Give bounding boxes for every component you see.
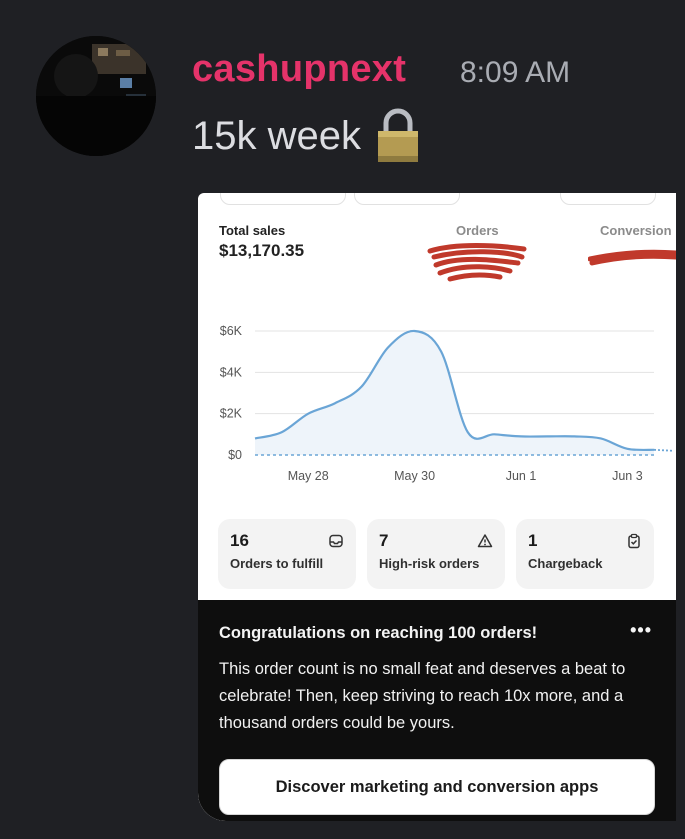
y-tick-label: $2K bbox=[220, 407, 243, 421]
total-sales-value: $13,170.35 bbox=[219, 241, 305, 260]
conversion-label: Conversion bbox=[600, 223, 672, 238]
message-body: 15k week bbox=[192, 113, 361, 158]
timestamp: 8:09 AM bbox=[460, 56, 571, 89]
stat-value: 16 bbox=[230, 531, 249, 550]
sales-chart: $0 $2K $4K $6K May 28 May 30 Jun 1 Jun 3 bbox=[220, 324, 675, 483]
banner-title: Congratulations on reaching 100 orders! bbox=[219, 624, 538, 642]
scribble-redaction bbox=[427, 243, 527, 282]
y-tick-label: $6K bbox=[220, 324, 243, 338]
avatar[interactable] bbox=[36, 36, 156, 156]
discover-apps-button[interactable]: Discover marketing and conversion apps bbox=[219, 759, 655, 815]
date-filter-pill[interactable] bbox=[220, 193, 346, 205]
stat-card-chargeback[interactable]: 1 Chargeback bbox=[516, 519, 654, 589]
lock-icon bbox=[377, 108, 418, 162]
y-tick-label: $4K bbox=[220, 365, 243, 379]
banner-body: This order count is no small feat and de… bbox=[219, 660, 626, 732]
total-sales-label: Total sales bbox=[219, 223, 286, 238]
stat-label: Chargeback bbox=[528, 556, 603, 571]
orders-label: Orders bbox=[456, 223, 499, 238]
y-tick-label: $0 bbox=[228, 448, 242, 462]
projection-line bbox=[653, 448, 675, 452]
message-text: 15k week bbox=[192, 108, 421, 164]
compare-filter-pill[interactable] bbox=[354, 193, 460, 205]
x-tick-label: Jun 3 bbox=[612, 469, 643, 483]
stat-card-orders-to-fulfill[interactable]: 16 Orders to fulfill bbox=[218, 519, 356, 589]
scribble-redaction-2 bbox=[588, 249, 676, 266]
dashboard-screenshot: Total sales $13,170.35 Orders Conversion… bbox=[198, 193, 676, 821]
options-pill[interactable] bbox=[560, 193, 656, 205]
more-options-icon[interactable]: ••• bbox=[630, 620, 652, 641]
username[interactable]: cashupnext bbox=[192, 48, 406, 91]
stat-value: 1 bbox=[528, 531, 538, 550]
stat-label: Orders to fulfill bbox=[230, 556, 324, 571]
warning-icon bbox=[477, 534, 493, 548]
clipboard-check-icon bbox=[628, 533, 640, 549]
x-tick-label: May 30 bbox=[394, 469, 435, 483]
stat-value: 7 bbox=[379, 531, 389, 550]
stat-card-high-risk-orders[interactable]: 7 High-risk orders bbox=[367, 519, 505, 589]
x-tick-label: May 28 bbox=[288, 469, 329, 483]
x-tick-label: Jun 1 bbox=[506, 469, 537, 483]
stat-label: High-risk orders bbox=[379, 556, 480, 571]
inbox-icon bbox=[329, 534, 343, 548]
milestone-banner: Congratulations on reaching 100 orders! … bbox=[198, 600, 676, 821]
